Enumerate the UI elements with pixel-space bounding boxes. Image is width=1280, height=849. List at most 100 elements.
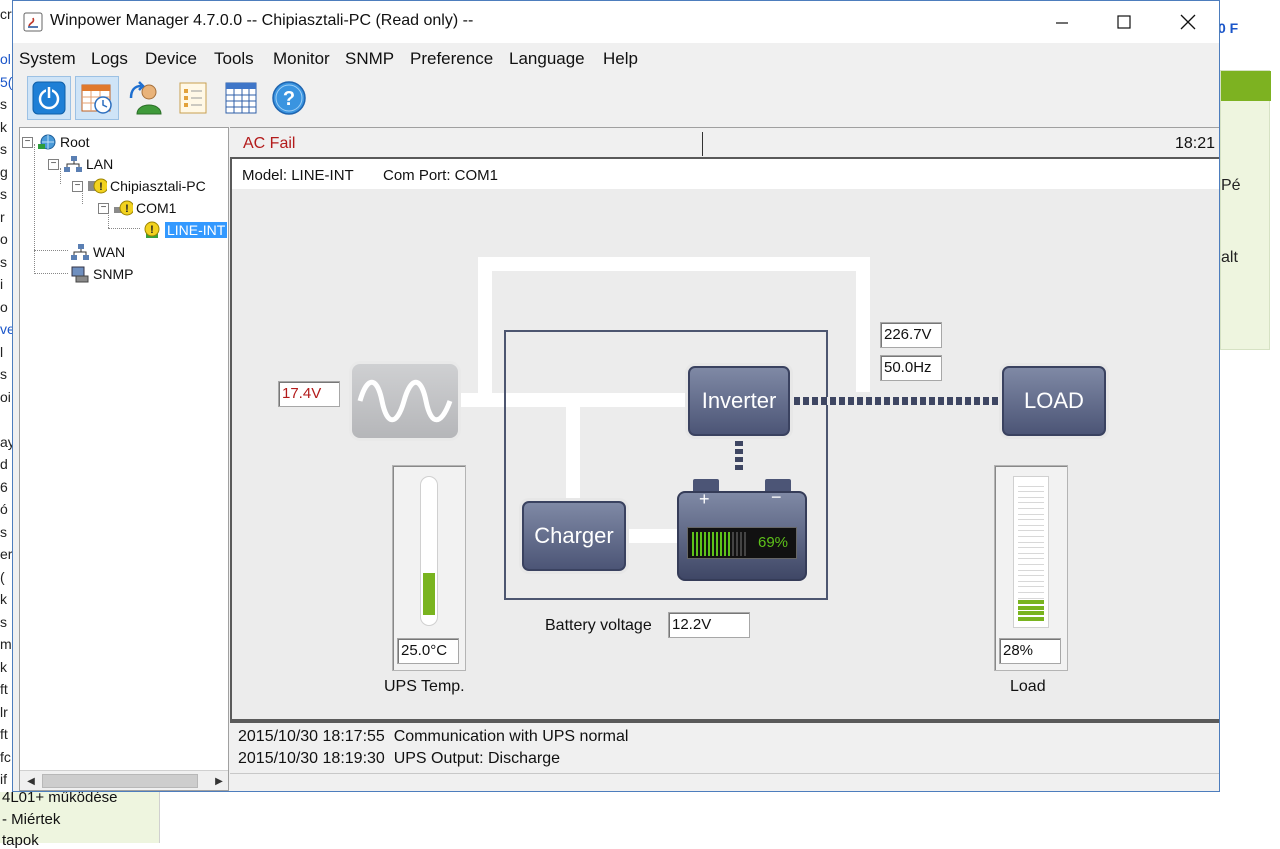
background-text-fragment: s [0,96,7,112]
monitor-power-button[interactable] [27,76,71,120]
ups-warning-icon: ! [142,221,162,239]
ups-monitor-panel: Model: LINE-INT Com Port: COM1 17.4V Inv… [230,157,1219,721]
background-page-bottom: 4L01+ működése - Miértek tapok [0,789,160,849]
minimize-button[interactable] [1031,1,1093,43]
background-link-text: - Miértek [2,811,61,828]
load-bar-segment [1018,558,1044,560]
bypass-line-left [478,257,492,407]
spreadsheet-icon [225,82,257,114]
close-button[interactable] [1157,1,1219,43]
load-caption: Load [1010,678,1046,695]
battery-block: + − 69% [677,479,807,583]
user-agent-icon [129,81,162,115]
battery-level-display: 69% [687,527,797,559]
collapse-icon[interactable]: − [98,202,109,214]
menu-preference[interactable]: Preference [410,49,493,69]
background-text-fragment: s [0,523,7,540]
tree-node-root[interactable]: − Root [22,132,90,152]
data-table-button[interactable] [219,76,263,120]
com-port-text: Com Port: COM1 [383,167,499,184]
load-bar-segment [1018,508,1044,509]
menu-language[interactable]: Language [509,49,585,69]
background-text-fragment: r [0,208,5,225]
battery-minus-label: − [771,487,782,507]
collapse-icon[interactable]: − [22,136,33,148]
menu-system[interactable]: System [19,49,76,69]
menu-monitor[interactable]: Monitor [273,49,330,69]
tree-node-device[interactable]: ! LINE-INT [142,220,228,240]
background-text-fragment: ve [0,321,12,337]
background-text-fragment: d [0,456,8,472]
event-log: 2015/10/30 18:17:55 Communication with U… [230,721,1219,773]
output-frequency-box: 50.0Hz [880,355,942,381]
collapse-icon[interactable]: − [48,158,59,170]
title-bar[interactable]: Winpower Manager 4.7.0.0 -- Chipiasztali… [13,1,1219,43]
scroll-left-icon[interactable]: ◀ [22,772,40,790]
tree-label-lan: LAN [86,156,114,172]
load-bar-segment [1018,597,1044,599]
menu-tools[interactable]: Tools [214,49,254,69]
background-ad-text: 0 F [1218,20,1239,36]
tree-node-lan[interactable]: − LAN [48,154,113,174]
battery-voltage-label: Battery voltage [545,617,652,634]
sine-wave-icon [357,379,453,423]
battery-voltage-box: 12.2V [668,612,750,638]
battery-bar-segment [692,532,694,556]
ac-input-source [352,364,458,438]
background-text-fragment: m [0,636,12,652]
background-link-text: tapok [2,832,39,849]
menu-device[interactable]: Device [145,49,197,69]
tree-node-wan[interactable]: WAN [70,242,125,262]
collapse-icon[interactable]: − [72,180,83,192]
agent-button[interactable] [123,76,167,120]
port-warning-icon: ! [113,199,133,217]
log-message: Communication with UPS normal [393,728,629,745]
tree-node-snmp[interactable]: SNMP [70,264,133,284]
tree-horizontal-scrollbar[interactable]: ◀ ▶ [20,770,228,790]
background-text-fragment: cr [0,6,12,22]
menu-snmp[interactable]: SNMP [345,49,394,69]
background-text-fragment: k [0,118,7,135]
battery-bar-segment [740,532,742,556]
load-bar-segment [1018,496,1044,498]
schedule-button[interactable] [75,76,119,120]
log-entry: 2015/10/30 18:19:30 UPS Output: Discharg… [238,750,560,768]
scrollbar-thumb[interactable] [42,774,198,788]
background-text-fragment: 6 [0,478,8,495]
battery-bar-segment [732,532,734,556]
load-bar-segment [1018,617,1044,621]
power-icon [32,81,66,115]
menu-help[interactable]: Help [603,49,638,69]
battery-bar-segment [728,532,730,556]
battery-bar-segment [704,532,706,556]
load-bar-segment [1018,524,1044,526]
battery-bar-segment [724,532,726,556]
load-bar-segment [1018,536,1044,537]
load-bar-segment [1018,605,1044,610]
background-text-fragment: ( [0,568,5,585]
load-gauge: 28% [994,465,1068,671]
maximize-button[interactable] [1093,1,1155,43]
scroll-right-icon[interactable]: ▶ [210,772,228,790]
background-text-fragment: ft [0,726,8,742]
checklist-icon [179,82,207,114]
charger-block: Charger [522,501,626,571]
background-text-fragment: s [0,141,7,157]
tree-label-device: LINE-INT [165,222,228,238]
output-voltage-box: 226.7V [880,322,942,348]
background-text-fragment: s [0,186,7,202]
log-message: UPS Output: Discharge [393,750,560,767]
log-timestamp: 2015/10/30 18:19:30 [238,750,385,767]
background-side-panel: Pé alt [1220,70,1271,350]
load-bar-segment [1018,541,1044,543]
background-text-fragment: o [0,298,8,315]
event-list-button[interactable] [171,76,215,120]
thermometer-level [423,573,435,615]
tree-label-snmp: SNMP [93,266,134,282]
maximize-icon [1117,15,1131,29]
tree-node-host[interactable]: − ! Chipiasztali-PC [72,176,206,196]
thermometer-tube [420,476,438,626]
tree-node-com1[interactable]: − ! COM1 [98,198,176,218]
help-button[interactable]: ? [267,76,311,120]
menu-logs[interactable]: Logs [91,49,128,69]
